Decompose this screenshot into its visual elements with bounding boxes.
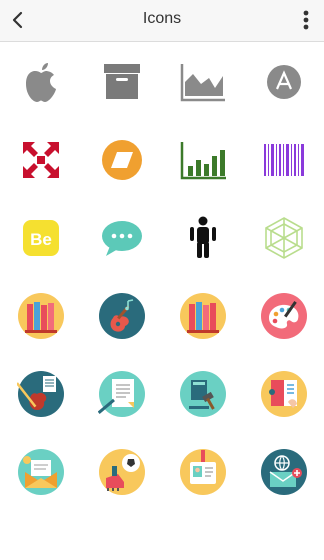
books-badge-icon (179, 293, 226, 339)
apple-logo-icon (25, 63, 56, 102)
page-title: Icons (142, 10, 182, 27)
law-gavel-badge-icon (179, 371, 226, 417)
id-card-badge-icon (179, 449, 226, 495)
icon-cell-id-card[interactable] (162, 448, 243, 526)
barcode-icon (263, 144, 304, 176)
icon-cell-angular[interactable] (243, 58, 324, 136)
icon-cell-apple[interactable] (0, 58, 81, 136)
more-vertical-icon (303, 10, 309, 30)
archive-box-icon (103, 64, 140, 99)
icon-cell-area-chart[interactable] (162, 58, 243, 136)
bar-chart-icon (180, 142, 226, 180)
child-figure-icon (189, 216, 216, 258)
icon-cell-expand[interactable] (0, 136, 81, 214)
app-bar: Icons (0, 0, 324, 42)
icon-cell-document[interactable] (81, 370, 162, 448)
icon-cell-parallelogram[interactable] (81, 136, 162, 214)
icon-cell-behance[interactable]: Be (0, 214, 81, 292)
icon-cell-chat[interactable] (81, 214, 162, 292)
reading-book-badge-icon (260, 371, 307, 417)
guitar-badge-icon (98, 293, 145, 339)
icon-cell-bookshelf[interactable] (0, 292, 81, 370)
behance-logo-icon: Be (22, 220, 59, 256)
icon-cell-bar-chart[interactable] (162, 136, 243, 214)
more-menu-button[interactable] (294, 6, 318, 34)
icon-cell-palette[interactable] (243, 292, 324, 370)
area-chart-icon (180, 64, 225, 102)
document-pen-badge-icon (97, 371, 145, 417)
icon-cell-global-mail[interactable] (243, 448, 324, 526)
icon-cell-gavel[interactable] (162, 370, 243, 448)
icon-cell-books[interactable] (162, 292, 243, 370)
paint-palette-badge-icon (260, 293, 307, 339)
icon-cell-soccer[interactable] (81, 448, 162, 526)
soccer-cleats-badge-icon (98, 449, 145, 495)
angular-logo-icon (266, 65, 301, 99)
icon-cell-envelope[interactable] (0, 448, 81, 526)
icon-cell-reading[interactable] (243, 370, 324, 448)
hexagon-wireframe-icon (264, 217, 303, 259)
icon-cell-barcode[interactable] (243, 136, 324, 214)
parallelogram-badge-icon (101, 140, 142, 180)
global-mail-badge-icon (260, 449, 307, 495)
icon-cell-child[interactable] (162, 214, 243, 292)
chat-bubble-icon (101, 221, 142, 256)
icon-cell-violin[interactable] (0, 370, 81, 448)
icon-grid: Be (0, 42, 324, 526)
expand-arrows-icon (22, 142, 59, 178)
icon-cell-archive[interactable] (81, 58, 162, 136)
open-envelope-badge-icon (17, 449, 64, 495)
bookshelf-badge-icon (17, 293, 64, 339)
icon-cell-hexagon[interactable] (243, 214, 324, 292)
violin-sheet-music-badge-icon (16, 371, 64, 417)
svg-text:Be: Be (30, 230, 52, 249)
icon-cell-guitar[interactable] (81, 292, 162, 370)
